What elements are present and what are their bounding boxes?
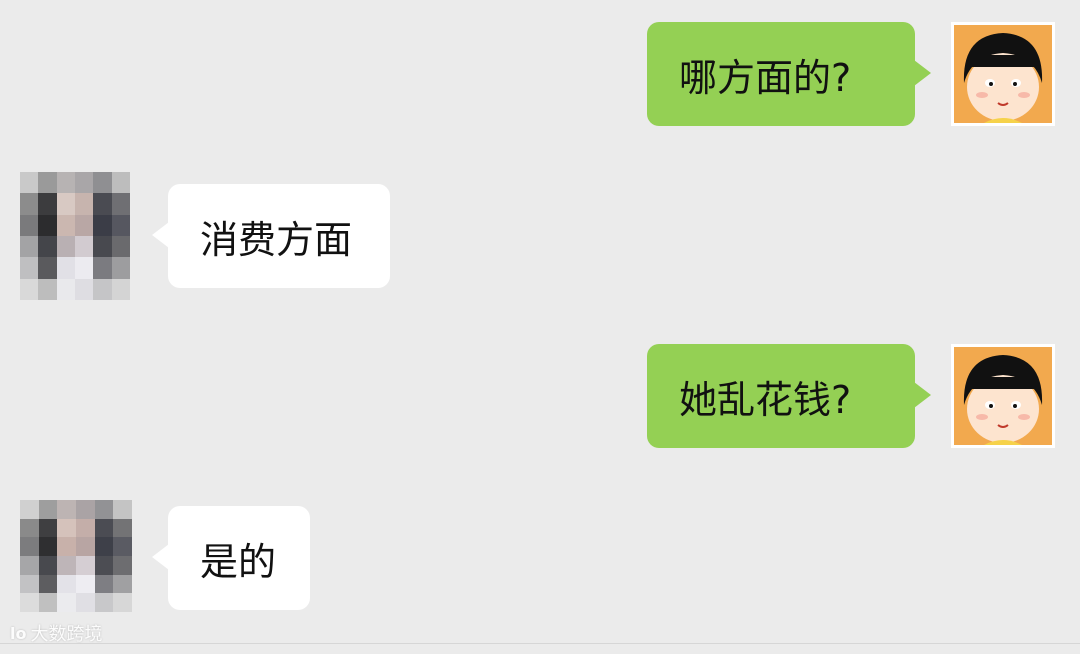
message-text: 哪方面的?	[679, 55, 852, 100]
message-row: 消费方面	[0, 172, 1080, 300]
message-text: 消费方面	[200, 217, 353, 262]
message-text: 她乱花钱?	[679, 377, 852, 422]
message-text: 是的	[200, 539, 277, 584]
pixelated-photo-icon	[20, 500, 132, 612]
cartoon-girl-icon	[954, 25, 1052, 123]
message-bubble-outgoing[interactable]: 哪方面的?	[647, 22, 931, 126]
pixelated-avatar[interactable]	[20, 172, 130, 300]
watermark: lo 大数跨境	[10, 620, 102, 646]
chat-window: 哪方面的? 消费方面 她乱花钱? 是的 lo 大数跨境	[0, 0, 1080, 654]
message-row: 哪方面的?	[0, 22, 1080, 130]
message-row: 她乱花钱?	[0, 344, 1080, 452]
cartoon-girl-avatar[interactable]	[951, 22, 1055, 126]
message-bubble-incoming[interactable]: 是的	[152, 506, 310, 610]
watermark-text: 大数跨境	[30, 624, 103, 645]
message-bubble-outgoing[interactable]: 她乱花钱?	[647, 344, 931, 448]
bottom-divider	[0, 643, 1080, 644]
pixelated-avatar[interactable]	[20, 500, 132, 612]
cartoon-girl-icon	[954, 347, 1052, 445]
pixelated-photo-icon	[20, 172, 130, 300]
message-row: 是的	[0, 500, 1080, 612]
cartoon-girl-avatar[interactable]	[951, 344, 1055, 448]
message-bubble-incoming[interactable]: 消费方面	[152, 184, 390, 288]
watermark-logo-icon: lo	[10, 623, 27, 643]
